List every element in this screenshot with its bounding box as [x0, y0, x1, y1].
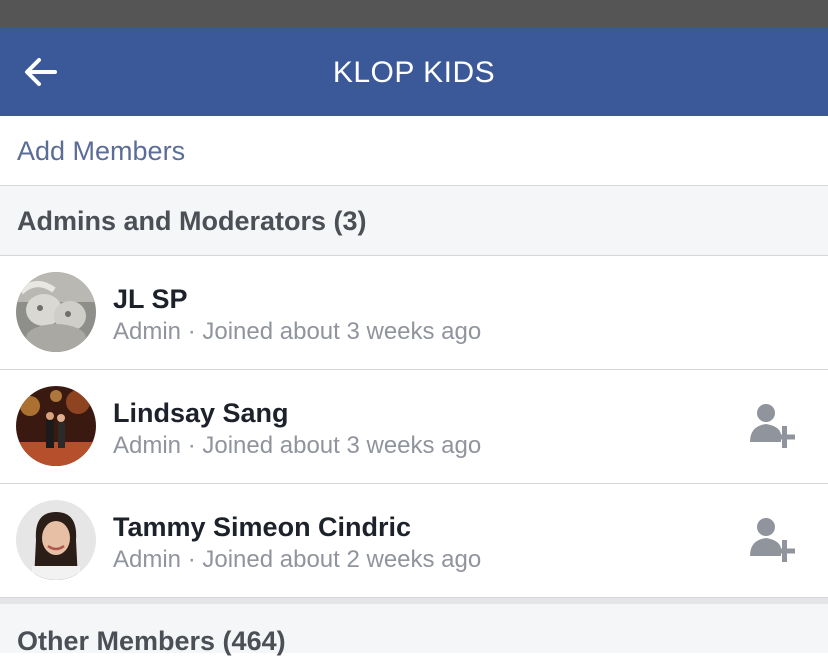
page-title: KLOP KIDS	[332, 56, 496, 89]
member-row[interactable]: Lindsay Sang Admin · Joined about 3 week…	[0, 370, 828, 484]
member-name[interactable]: Tammy Simeon Cindric	[113, 512, 411, 543]
add-members-link[interactable]: Add Members	[17, 136, 185, 167]
avatar[interactable]	[16, 272, 96, 352]
member-name[interactable]: Lindsay Sang	[113, 398, 289, 429]
avatar-cherubs-statue	[16, 272, 96, 352]
avatar-woman-portrait	[16, 500, 96, 580]
add-friend-icon	[750, 518, 795, 562]
member-meta: Admin · Joined about 3 weeks ago	[113, 318, 482, 345]
avatar[interactable]	[16, 500, 96, 580]
member-row[interactable]: JL SP Admin · Joined about 3 weeks ago	[0, 256, 828, 370]
member-name[interactable]: JL SP	[113, 284, 188, 315]
member-row[interactable]: Tammy Simeon Cindric Admin · Joined abou…	[0, 484, 828, 598]
avatar-couple-night	[16, 386, 96, 466]
section-title: Admins and Moderators (3)	[17, 206, 367, 236]
section-title: Other Members (464)	[17, 626, 286, 656]
add-friend-button[interactable]	[746, 514, 802, 570]
section-header-other-members: Other Members (464)	[0, 598, 828, 656]
status-bar	[0, 0, 828, 27]
add-friend-button[interactable]	[746, 400, 802, 456]
avatar[interactable]	[16, 386, 96, 466]
navigation-bar: KLOP KIDS	[0, 27, 828, 116]
member-meta: Admin · Joined about 3 weeks ago	[113, 432, 482, 459]
add-friend-icon	[750, 404, 795, 448]
section-header-admins: Admins and Moderators (3)	[0, 186, 828, 256]
add-members-row[interactable]: Add Members	[0, 116, 828, 186]
arrow-left-icon	[25, 58, 57, 86]
member-meta: Admin · Joined about 2 weeks ago	[113, 546, 482, 573]
back-button[interactable]	[14, 49, 68, 95]
